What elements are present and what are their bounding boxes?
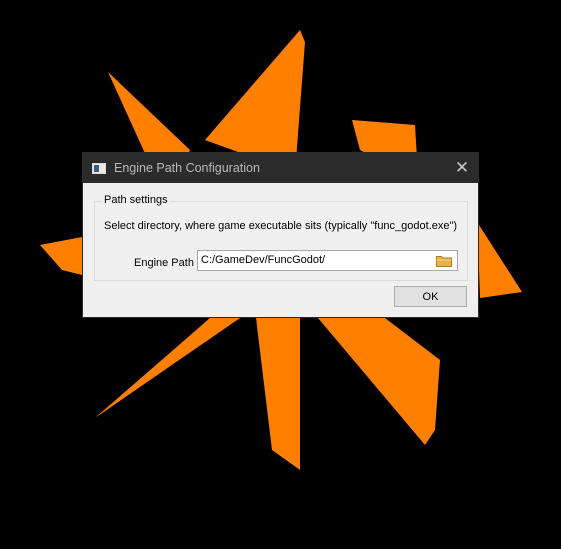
engine-path-dialog: Engine Path Configuration ✕ Path setting… xyxy=(82,152,479,318)
logo-blade xyxy=(256,318,300,470)
group-title: Path settings xyxy=(102,194,170,206)
logo-blade xyxy=(40,237,82,275)
folder-icon[interactable] xyxy=(436,255,452,267)
description-text: Select directory, where game executable … xyxy=(104,220,458,232)
path-settings-group: Path settings Select directory, where ga… xyxy=(94,194,468,281)
logo-blade xyxy=(205,30,305,165)
title-bar[interactable]: Engine Path Configuration ✕ xyxy=(83,153,478,183)
logo-blade xyxy=(479,225,522,298)
window-title: Engine Path Configuration xyxy=(114,161,260,175)
engine-path-label: Engine Path xyxy=(134,257,194,269)
ok-button[interactable]: OK xyxy=(394,286,467,307)
logo-blade xyxy=(318,318,440,445)
application-window-icon xyxy=(92,162,106,174)
close-icon: ✕ xyxy=(454,158,470,177)
logo-blade xyxy=(95,318,240,418)
close-button[interactable]: ✕ xyxy=(446,153,478,183)
engine-path-input[interactable]: C:/GameDev/FuncGodot/ xyxy=(197,250,458,271)
engine-path-value[interactable]: C:/GameDev/FuncGodot/ xyxy=(201,254,325,266)
